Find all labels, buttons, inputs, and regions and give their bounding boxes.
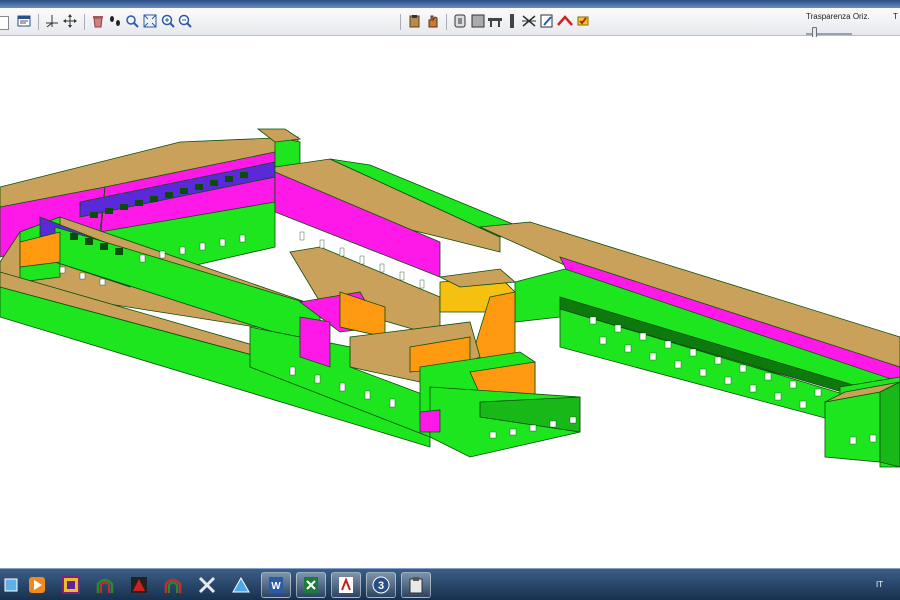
model-wall-green-dark — [879, 381, 900, 468]
pillar-icon[interactable] — [452, 13, 468, 29]
toolbar-separator — [400, 14, 401, 30]
zoom-extents-icon[interactable] — [124, 13, 140, 29]
check-icon[interactable] — [575, 13, 591, 29]
brace-icon[interactable] — [521, 13, 537, 29]
language-indicator[interactable]: IT — [876, 580, 883, 589]
roof-icon[interactable] — [557, 13, 573, 29]
app-frame-icon[interactable] — [58, 572, 84, 598]
app-3-icon[interactable]: 3 — [366, 572, 396, 598]
clipboard-icon[interactable] — [401, 572, 431, 598]
dropdown-icon[interactable] — [0, 16, 9, 30]
right-truncated-label: T — [893, 12, 898, 21]
paste-icon[interactable] — [407, 13, 423, 29]
footprints-icon[interactable] — [107, 13, 123, 29]
arch-app-icon[interactable] — [92, 572, 118, 598]
tools-icon[interactable] — [194, 572, 220, 598]
hand-icon[interactable] — [425, 13, 441, 29]
zoom-in-icon[interactable] — [160, 13, 176, 29]
transparency-slider-label: Trasparenza Oriz. — [806, 12, 870, 21]
zoom-out-icon[interactable] — [177, 13, 193, 29]
svg-text:3: 3 — [378, 580, 384, 592]
svg-text:W: W — [271, 581, 281, 592]
triangle-app-icon[interactable] — [228, 572, 254, 598]
toolbar-separator — [38, 14, 39, 30]
acrobat-icon[interactable] — [331, 572, 361, 598]
explorer-icon[interactable] — [0, 572, 26, 598]
trash-icon[interactable] — [90, 13, 106, 29]
column-icon[interactable] — [504, 13, 520, 29]
3d-model-viewport[interactable] — [0, 37, 900, 568]
model-wall-magenta — [419, 409, 441, 433]
beam-icon[interactable] — [487, 13, 503, 29]
wall-icon[interactable] — [470, 13, 486, 29]
media-player-icon[interactable] — [24, 572, 50, 598]
edit-icon[interactable] — [539, 13, 555, 29]
main-toolbar: Trasparenza Oriz. T — [0, 8, 900, 39]
toolbar-separator — [84, 14, 85, 30]
excel-icon[interactable] — [296, 572, 326, 598]
toolbar-separator — [446, 14, 447, 30]
windows-taskbar: W 3 IT — [0, 568, 900, 600]
model-wall-green — [824, 391, 881, 463]
arch-app-2-icon[interactable] — [160, 572, 186, 598]
word-icon[interactable]: W — [261, 572, 291, 598]
red-app-icon[interactable] — [126, 572, 152, 598]
pan-icon[interactable] — [62, 13, 78, 29]
axis-icon[interactable] — [44, 13, 60, 29]
window-icon[interactable] — [16, 13, 32, 29]
building-model — [0, 128, 900, 468]
zoom-window-icon[interactable] — [142, 13, 158, 29]
window-title-strip — [0, 0, 900, 8]
